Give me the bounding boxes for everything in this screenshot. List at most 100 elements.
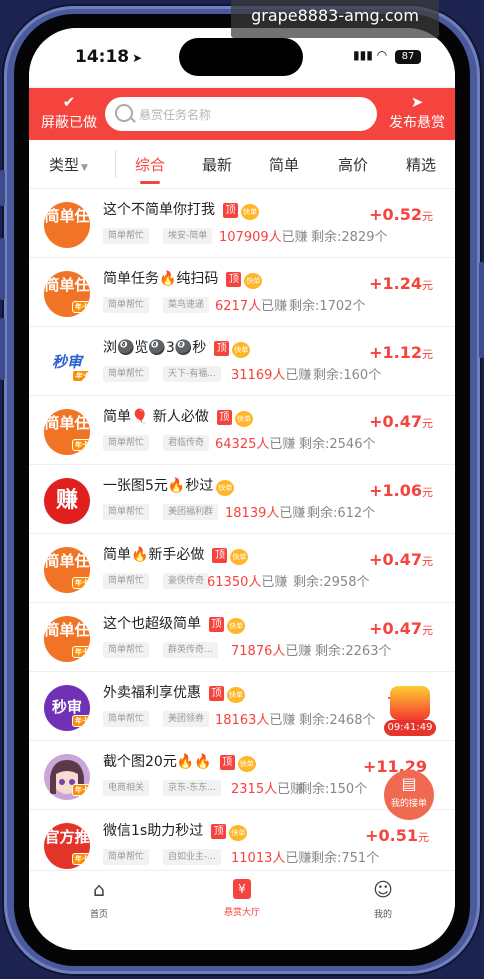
task-title: 截个图20元🔥🔥 顶快单: [103, 751, 256, 772]
tab-comprehensive[interactable]: 综合: [135, 154, 165, 175]
price-unit: 元: [422, 279, 433, 292]
task-title-text: 简单🎈 新人必做: [103, 409, 209, 425]
earned-number: 18139人: [225, 506, 280, 521]
publish-reward-label: 发布悬赏: [389, 115, 445, 131]
category-chip: 简单帮忙: [103, 504, 150, 520]
active-tab-underline: [140, 181, 160, 184]
earned-suffix: 已赚: [285, 368, 312, 383]
source-chip: 豪侠传奇: [163, 573, 210, 589]
task-title: 简单任务🔥纯扫码顶快单: [103, 268, 263, 289]
task-item[interactable]: 简单任 这个不简单你打我顶快单 简单帮忙 埃安-简单 107909人已赚 剩余:…: [29, 189, 455, 258]
earned-number: 18163人: [215, 713, 270, 728]
source-chip: 群英传奇...: [163, 642, 218, 658]
filter-tabs: 类型 ▼ 综合 最新 简单 高价 精选: [29, 140, 455, 189]
price-unit: 元: [422, 417, 433, 430]
task-title-text: 这个也超级简单: [103, 616, 201, 632]
task-price: +0.47元: [369, 550, 433, 569]
task-price: +0.51元: [365, 826, 429, 845]
search-input[interactable]: 悬赏任务名称: [105, 97, 377, 131]
nav-mine[interactable]: ☺ 我的: [353, 879, 413, 920]
nav-home-label: 首页: [89, 910, 108, 920]
task-title: 简单🎈 新人必做顶快单: [103, 406, 253, 427]
task-item[interactable]: 简单任 年卡 简单🔥新手必做顶快单 简单帮忙 豪侠传奇 61350人已赚 剩余:2…: [29, 534, 455, 603]
price-value: +0.47: [369, 619, 422, 638]
category-chip: 简单帮忙: [103, 573, 150, 589]
task-item[interactable]: 简单任 年卡 简单🎈 新人必做顶快单 简单帮忙 君临传奇 64325人已赚 剩余:…: [29, 396, 455, 465]
remaining-count: 剩余:2546个: [299, 437, 376, 452]
price-unit: 元: [418, 831, 429, 844]
task-price: +1.06元: [369, 481, 433, 500]
red-packet-timer[interactable]: 09:41:49: [384, 686, 436, 738]
tab-featured[interactable]: 精选: [406, 154, 436, 175]
task-item[interactable]: 简单任 年卡 简单任务🔥纯扫码顶快单 简单帮忙 菜鸟速递 6217人已赚 剩余:1…: [29, 258, 455, 327]
battery-icon: 87: [395, 50, 421, 64]
chevron-down-icon: ▼: [81, 163, 88, 173]
remaining-count: 剩余:160个: [313, 368, 382, 383]
earned-suffix: 已赚: [279, 506, 306, 521]
annual-card-badge: 年卡: [72, 715, 90, 727]
source-chip: 京东-东东...: [163, 780, 221, 796]
fast-badge-icon: 快单: [241, 204, 259, 220]
signal-icon: ▮▮▮: [353, 48, 373, 62]
price-unit: 元: [422, 624, 433, 637]
fast-badge-icon: 快单: [237, 756, 256, 772]
bottom-nav: ⌂ 首页 ¥ 悬赏大厅 ☺ 我的: [29, 870, 455, 950]
task-avatar: 年卡: [44, 754, 90, 800]
task-item[interactable]: 官方推 年卡 微信1s助力秒过顶快单 简单帮忙 自如业主-... 11013人已赚…: [29, 810, 455, 879]
avatar-text: 简单任: [44, 414, 90, 432]
earned-number: 107909人: [219, 230, 282, 245]
nav-reward-hall[interactable]: ¥ 悬赏大厅: [212, 879, 272, 918]
phone-action-button: [0, 170, 5, 206]
tab-divider: [115, 150, 116, 178]
nav-mine-label: 我的: [373, 910, 392, 920]
price-value: +1.24: [369, 274, 422, 293]
category-chip: 简单帮忙: [103, 711, 150, 727]
task-item[interactable]: 赚 一张图5元🔥秒过 快单 简单帮忙 美团福利群 18139人已赚 剩余:612个…: [29, 465, 455, 534]
source-chip: 天下-有福...: [163, 366, 221, 382]
task-avatar: 赚: [44, 478, 90, 524]
publish-reward-button[interactable]: ➤ 发布悬赏: [383, 92, 451, 132]
task-title: 简单🔥新手必做顶快单: [103, 544, 249, 565]
status-time: 14:18 ➤: [75, 47, 142, 67]
fast-badge-icon: 快单: [227, 618, 245, 634]
tab-high-price[interactable]: 高价: [338, 154, 368, 175]
tab-simple[interactable]: 简单: [269, 154, 299, 175]
top-badge: 顶: [214, 341, 230, 356]
earned-number: 2315人: [231, 782, 278, 797]
avatar-text: 赚: [55, 488, 78, 513]
phone-volume-down-button: [0, 318, 5, 380]
red-packet-gift-icon: [390, 686, 430, 720]
task-title: 外卖福利享优惠顶快单: [103, 682, 245, 703]
annual-card-badge: 年卡: [72, 301, 90, 313]
top-badge: 顶: [219, 755, 235, 770]
earned-count: 31169人已赚: [231, 364, 311, 383]
task-avatar: 简单任年卡: [44, 409, 90, 455]
hide-done-button[interactable]: ✔ 屏蔽已做: [35, 92, 103, 132]
fast-badge-icon: 快单: [227, 687, 245, 703]
category-chip: 简单帮忙: [103, 642, 150, 658]
task-avatar: 简单任 年卡: [44, 616, 90, 662]
top-badge: 顶: [209, 617, 224, 632]
earned-number: 64325人: [215, 437, 270, 452]
fast-badge-icon: 快单: [229, 825, 248, 841]
avatar-text: 官方推: [44, 828, 90, 846]
avatar-text: 简单任: [44, 276, 90, 294]
my-orders-button[interactable]: ▤ 我的接单: [384, 770, 434, 820]
annual-card-badge: 年卡: [72, 853, 90, 865]
app-screen: 14:18 ➤ ▮▮▮ ◠ 87 ✔ 屏蔽已做 悬赏任务名称 ➤ 发布悬赏 类型 ▼…: [29, 28, 455, 950]
phone-volume-up-button: [0, 238, 5, 300]
task-item[interactable]: 简单任 年卡 这个也超级简单顶快单 简单帮忙 群英传奇... 71876人已赚 剩…: [29, 603, 455, 672]
category-chip: 简单帮忙: [103, 435, 150, 451]
task-title-text: 这个不简单你打我: [103, 202, 215, 218]
nav-home[interactable]: ⌂ 首页: [69, 879, 129, 920]
annual-card-badge: 年卡: [72, 439, 90, 451]
tab-newest[interactable]: 最新: [202, 154, 232, 175]
type-filter-dropdown[interactable]: 类型 ▼: [49, 154, 88, 175]
fast-badge-icon: 快单: [232, 342, 251, 358]
task-avatar: 简单任 年卡: [44, 547, 90, 593]
countdown-timer: 09:41:49: [384, 720, 436, 736]
check-circle-icon: ✔: [62, 93, 76, 111]
earned-suffix: 已赚: [285, 644, 312, 659]
task-avatar: 官方推年卡: [44, 823, 90, 869]
task-item[interactable]: 秒审 年卡 浏🎱览🎱3🎱秒顶快单 简单帮忙 天下-有福... 31169人已赚 剩…: [29, 327, 455, 396]
